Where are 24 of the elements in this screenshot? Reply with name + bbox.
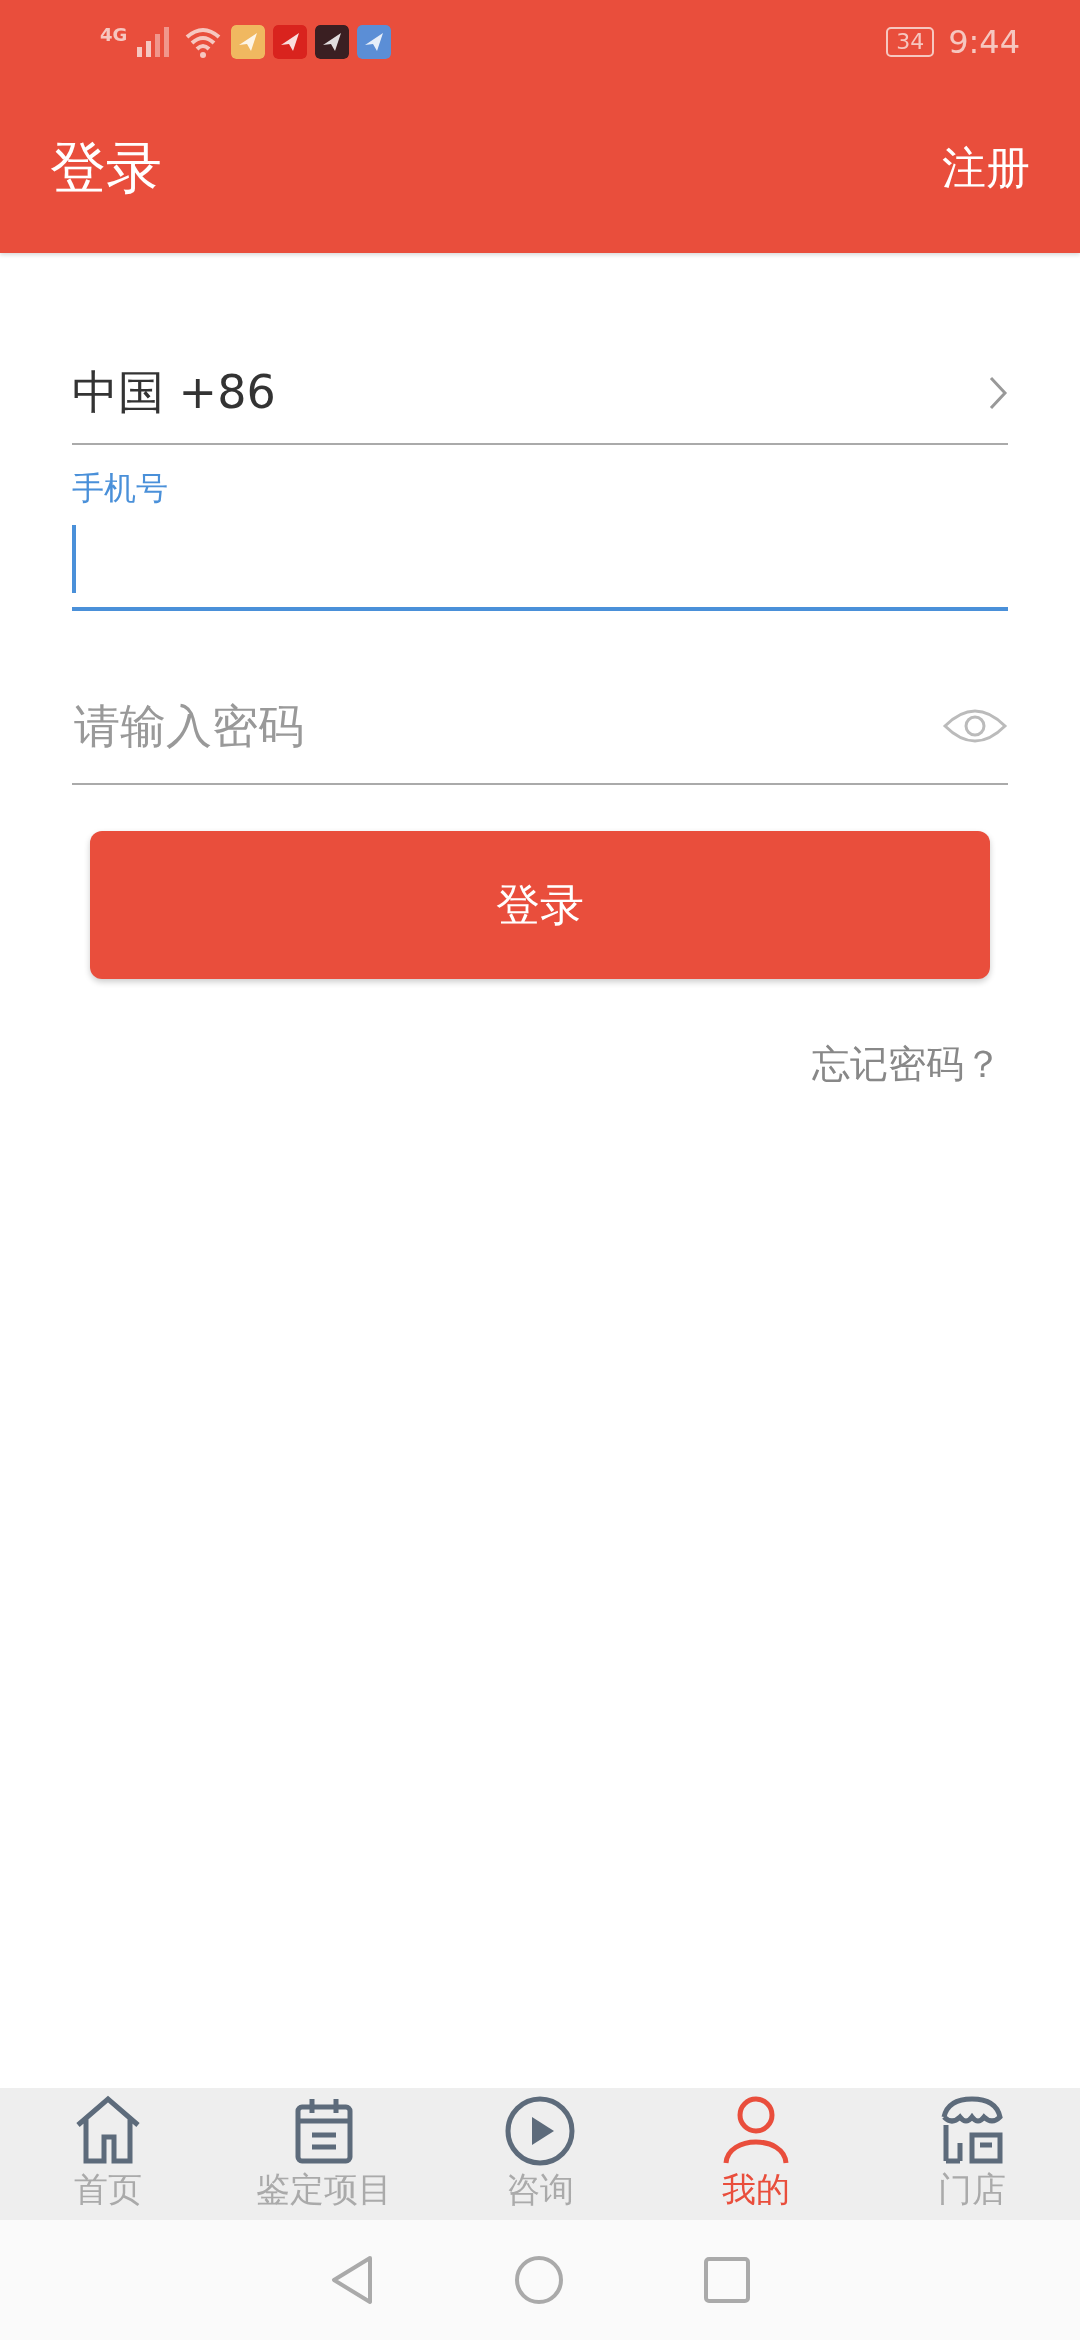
nav-tab[interactable]: 我的 (648, 2088, 864, 2220)
battery-level: 34 (886, 27, 935, 57)
nav-tab[interactable]: 门店 (864, 2088, 1080, 2220)
page-title: 登录 (50, 133, 162, 202)
clock: 9:44 (948, 23, 1020, 61)
app-notification-icon (315, 25, 350, 59)
chevron-icon (988, 375, 1008, 411)
country-selector[interactable]: 中国 +86 (72, 343, 1008, 445)
phone-label: 手机号 (72, 468, 169, 509)
register-link[interactable]: 注册 (942, 139, 1030, 198)
app-notification-icon (273, 25, 308, 59)
nav-tab[interactable]: 咨询 (432, 2088, 648, 2220)
app-notification-icon (357, 25, 392, 59)
password-field[interactable]: 请输入密码 (72, 698, 942, 754)
nav-tab[interactable]: 鉴定项目 (216, 2088, 432, 2220)
recents-icon[interactable] (704, 2257, 750, 2303)
app-notification-icon (231, 25, 266, 59)
back-icon[interactable] (330, 2254, 374, 2306)
network-type: 4G (100, 24, 128, 45)
nav-tab[interactable]: 首页 (0, 2088, 216, 2220)
forgot-password-link[interactable]: 忘记密码？ (812, 1039, 1002, 1090)
play-icon (504, 2095, 576, 2167)
home-icon[interactable] (514, 2255, 564, 2305)
login-button[interactable]: 登录 (90, 831, 990, 979)
